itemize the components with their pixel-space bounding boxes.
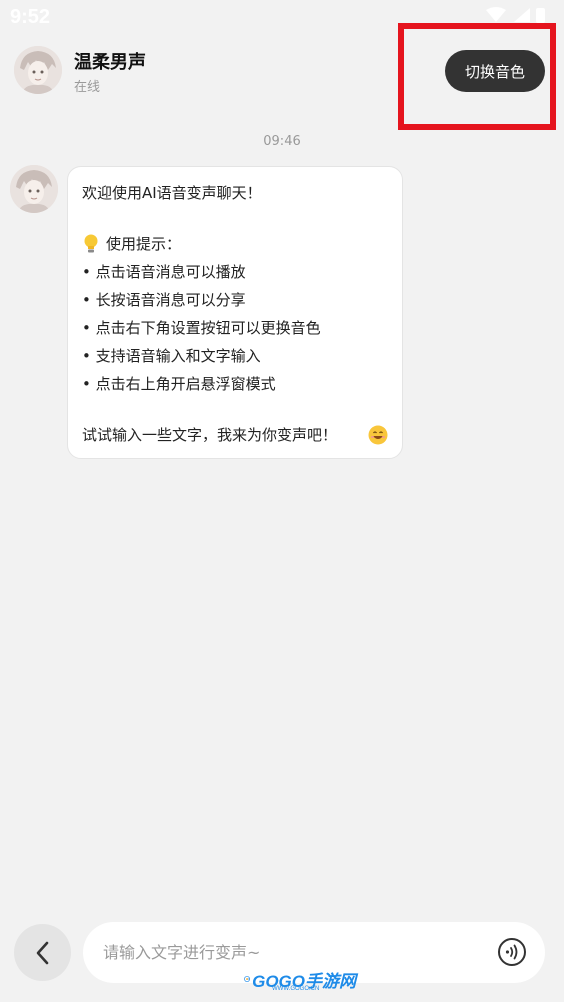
chevron-left-icon xyxy=(36,941,48,964)
watermark-subtext: WWW.GOGO.CN xyxy=(272,986,320,992)
status-time: 9:52 xyxy=(10,6,51,28)
signal-icon xyxy=(514,8,530,22)
contact-status: 在线 xyxy=(74,80,101,95)
watermark-logo-icon xyxy=(244,976,250,982)
voice-wave-icon xyxy=(498,938,526,966)
contact-avatar[interactable] xyxy=(14,46,62,94)
status-icons xyxy=(486,7,545,23)
voice-input-button[interactable] xyxy=(497,937,527,967)
closing-row: 试试输入一些文字，我来为你变声吧！ xyxy=(82,421,388,449)
message-greeting: 欢迎使用AI语音变声聊天！ xyxy=(82,184,262,202)
tips-title: 使用提示： xyxy=(106,235,182,253)
back-button[interactable] xyxy=(14,924,71,981)
message-timestamp: 09:46 xyxy=(263,134,301,149)
tip-item: • 支持语音输入和文字输入 xyxy=(82,347,261,365)
wifi-icon xyxy=(486,7,506,22)
message-avatar[interactable] xyxy=(10,165,58,213)
smile-emoji-icon xyxy=(368,425,388,445)
tip-item: • 点击语音消息可以播放 xyxy=(82,263,246,281)
battery-icon xyxy=(536,8,545,23)
message-bubble[interactable]: 欢迎使用AI语音变声聊天！ 使用提示： • 点击语音消息可以播放 • 长按语音消… xyxy=(67,166,403,459)
message-closing: 试试输入一些文字，我来为你变声吧！ xyxy=(82,426,338,444)
highlight-box xyxy=(398,23,556,130)
watermark: GOGO手游网 WWW.GOGO.CN xyxy=(244,964,356,994)
lightbulb-icon xyxy=(82,233,100,255)
tips-title-row: 使用提示： xyxy=(82,230,388,258)
contact-name: 温柔男声 xyxy=(74,52,146,73)
tip-item: • 点击右上角开启悬浮窗模式 xyxy=(82,375,276,393)
tip-item: • 长按语音消息可以分享 xyxy=(82,291,246,309)
tip-item: • 点击右下角设置按钮可以更换音色 xyxy=(82,319,321,337)
